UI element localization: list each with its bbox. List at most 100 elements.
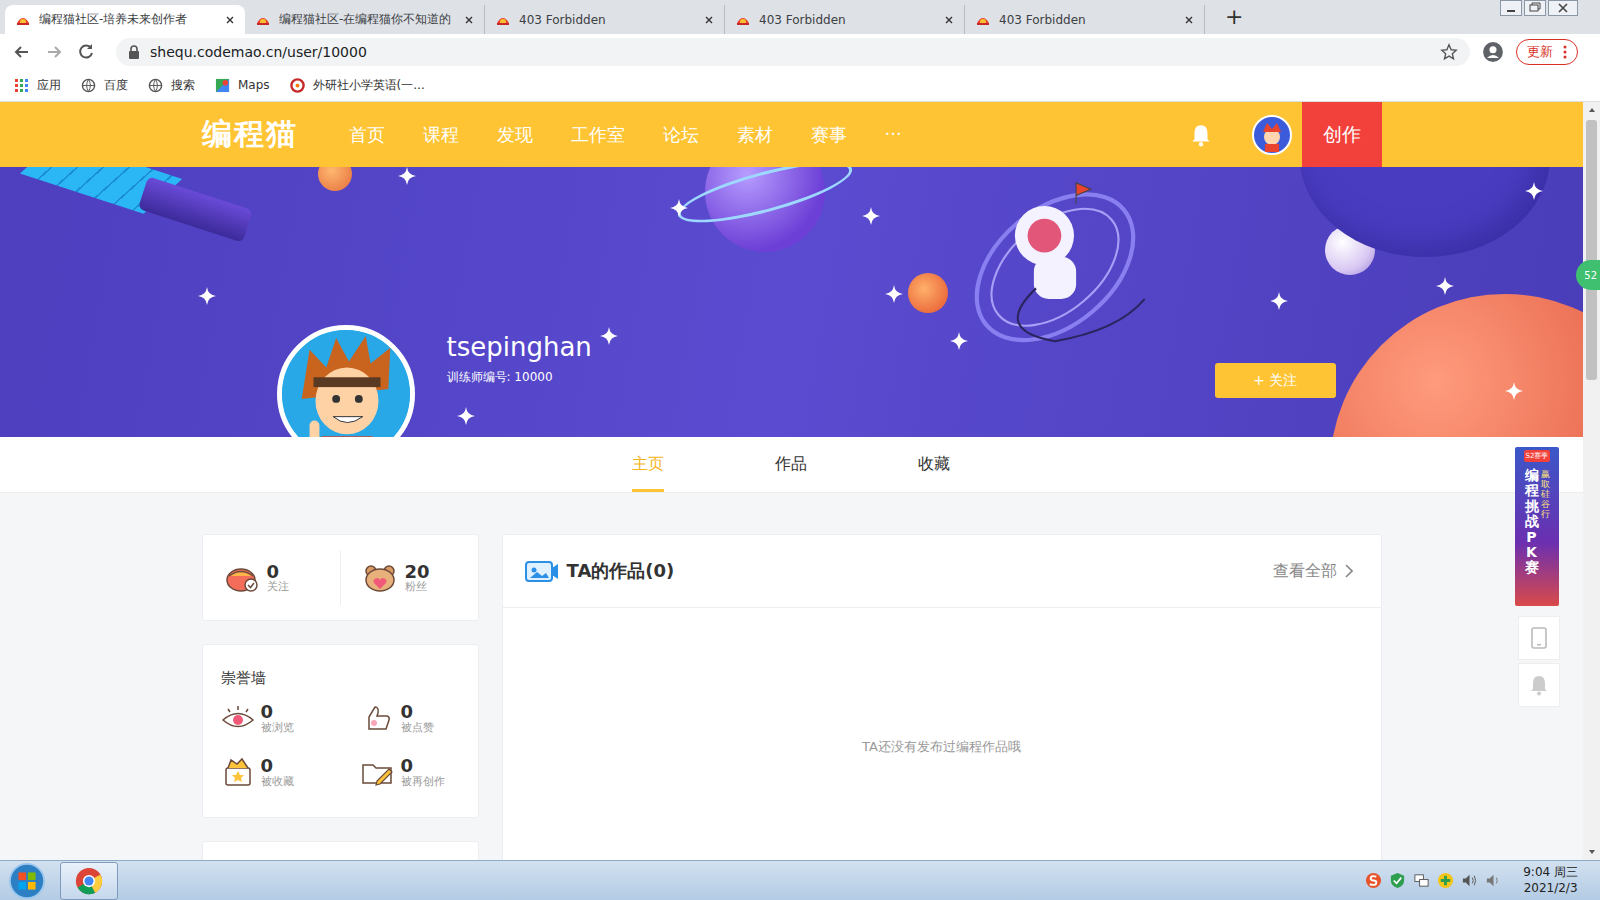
nav-item[interactable]: 赛事 — [792, 123, 866, 147]
star-decoration — [198, 287, 216, 305]
nav-item[interactable]: 素材 — [718, 123, 792, 147]
profile-tab[interactable]: 主页 — [598, 437, 698, 492]
lock-icon[interactable] — [128, 45, 140, 59]
account-icon[interactable] — [1482, 41, 1504, 63]
browser-tab-title: 编程猫社区-培养未来创作者 — [39, 11, 217, 28]
update-button[interactable]: 更新 — [1516, 39, 1578, 65]
bookmark-star-icon[interactable] — [1440, 43, 1458, 61]
close-tab-icon[interactable] — [1184, 15, 1194, 25]
bookmark-label: 应用 — [37, 77, 61, 94]
site-logo[interactable]: 编程猫 — [202, 114, 330, 155]
screen: 编程猫社区-培养未来创作者 编程猫社区-在编程猫你不知道的 403 Forbid… — [0, 0, 1600, 900]
bookmark-item[interactable]: 搜索 — [148, 77, 195, 94]
chevron-right-icon — [1345, 564, 1353, 578]
social-stat[interactable]: 20 粉丝 — [340, 550, 478, 605]
site-icon — [290, 78, 305, 93]
mobile-app-button[interactable] — [1518, 616, 1560, 660]
speaker-icon[interactable] — [1485, 872, 1502, 889]
minimize-icon[interactable] — [1500, 0, 1522, 16]
reload-icon[interactable] — [76, 42, 96, 62]
stat-label: 关注 — [267, 581, 289, 593]
honor-stat: 0 被点赞 — [361, 702, 460, 734]
close-tab-icon[interactable] — [944, 15, 954, 25]
address-bar[interactable]: shequ.codemao.cn/user/10000 — [116, 38, 1470, 66]
app-tray-icon[interactable] — [1437, 872, 1454, 889]
nav-item[interactable]: ··· — [866, 123, 921, 147]
security-shield-icon[interactable] — [1389, 872, 1406, 889]
bookmark-label: 外研社小学英语(一... — [313, 77, 425, 94]
star-decoration — [862, 207, 880, 225]
browser-tab[interactable]: 403 Forbidden — [965, 5, 1205, 34]
nav-item[interactable]: 工作室 — [552, 123, 644, 147]
new-tab-button[interactable]: + — [1219, 6, 1249, 28]
honor-value: 0 — [261, 756, 294, 776]
view-all-link[interactable]: 查看全部 — [1273, 561, 1353, 582]
side-ad-banner[interactable]: S2赛季 编程挑战PK赛 赢取硅谷行 — [1515, 447, 1559, 606]
create-button[interactable]: 创作 — [1302, 102, 1382, 167]
nav-item[interactable]: 发现 — [478, 123, 552, 147]
profile-info: tsepinghan 训练师编号: 10000 — [447, 167, 592, 386]
user-avatar-icon[interactable] — [1252, 115, 1292, 155]
ad-title: 编程挑战PK赛 — [1525, 468, 1539, 576]
follow-button[interactable]: + 关注 — [1215, 363, 1336, 398]
close-window-icon[interactable] — [1548, 0, 1578, 16]
scroll-up-icon[interactable] — [1587, 105, 1597, 115]
codemao-favicon-icon — [495, 12, 511, 28]
trainer-id: 训练师编号: 10000 — [447, 369, 592, 386]
honor-stat: 0 被浏览 — [221, 702, 361, 734]
bookmark-item[interactable]: 外研社小学英语(一... — [290, 77, 425, 94]
volume-icon[interactable] — [1461, 872, 1478, 889]
bookmark-item[interactable]: 百度 — [81, 77, 128, 94]
message-button[interactable] — [1518, 663, 1560, 707]
nav-item[interactable]: 首页 — [330, 123, 404, 147]
star-decoration — [885, 285, 903, 303]
social-stat[interactable]: 0 关注 — [203, 550, 340, 605]
profile-tab[interactable]: 收藏 — [884, 437, 984, 492]
works-icon — [525, 558, 559, 584]
browser-tab[interactable]: 编程猫社区-在编程猫你不知道的 — [245, 5, 485, 34]
cartoon-boy-avatar-icon — [282, 330, 410, 437]
close-tab-icon[interactable] — [464, 15, 474, 25]
bookmark-item[interactable]: Maps — [215, 78, 270, 93]
views-eye-icon — [221, 703, 255, 733]
back-arrow-icon[interactable] — [12, 42, 32, 62]
browser-tab-strip: 编程猫社区-培养未来创作者 编程猫社区-在编程猫你不知道的 403 Forbid… — [0, 0, 1600, 34]
scroll-thumb[interactable] — [1586, 120, 1597, 380]
scroll-down-icon[interactable] — [1587, 847, 1597, 857]
honor-value: 0 — [401, 756, 445, 776]
bookmark-item[interactable]: 应用 — [14, 77, 61, 94]
nav-item[interactable]: 论坛 — [644, 123, 718, 147]
astronaut-decoration — [960, 172, 1150, 352]
browser-tab[interactable]: 403 Forbidden — [725, 5, 965, 34]
input-method-icon[interactable] — [1365, 872, 1382, 889]
address-toolbar: shequ.codemao.cn/user/10000 更新 — [0, 34, 1600, 69]
close-tab-icon[interactable] — [225, 15, 235, 25]
honor-label: 被点赞 — [401, 722, 434, 734]
bell-icon — [1529, 674, 1549, 696]
ad-subtitle: 赢取硅谷行 — [1541, 470, 1550, 519]
star-decoration — [457, 407, 475, 425]
browser-tab[interactable]: 403 Forbidden — [485, 5, 725, 34]
clock-date: 2021/2/3 — [1524, 881, 1578, 897]
ad-badge: S2赛季 — [1524, 450, 1551, 462]
honor-stat: 0 被收藏 — [221, 756, 361, 788]
network-icon[interactable] — [1413, 872, 1430, 889]
clock[interactable]: 9:04 周三 2021/2/3 — [1523, 865, 1578, 896]
close-tab-icon[interactable] — [704, 15, 714, 25]
browser-tab[interactable]: 编程猫社区-培养未来创作者 — [5, 5, 245, 34]
restore-icon[interactable] — [1524, 0, 1546, 16]
chrome-taskbar-button[interactable] — [60, 862, 118, 900]
bookmark-label: 百度 — [104, 77, 128, 94]
notification-bell-icon[interactable] — [1188, 122, 1214, 148]
profile-tab[interactable]: 作品 — [741, 437, 841, 492]
start-button-icon[interactable] — [8, 862, 46, 900]
web-page: 编程猫 首页课程发现工作室论坛素材赛事··· 创作 tsepinghan 训练师… — [0, 102, 1583, 860]
scrollbar[interactable] — [1583, 102, 1600, 860]
floating-edge-badge[interactable]: 52 — [1576, 260, 1600, 290]
nav-item[interactable]: 课程 — [404, 123, 478, 147]
social-stats-card: 0 关注 20 粉丝 — [202, 534, 479, 621]
star-decoration — [1436, 277, 1454, 295]
collects-box-icon — [221, 757, 255, 787]
honor-wall-card: 崇誉墙 0 被浏览 0 被点赞 0 被收藏 0 被再创作 — [202, 644, 479, 818]
forward-arrow-icon[interactable] — [44, 42, 64, 62]
